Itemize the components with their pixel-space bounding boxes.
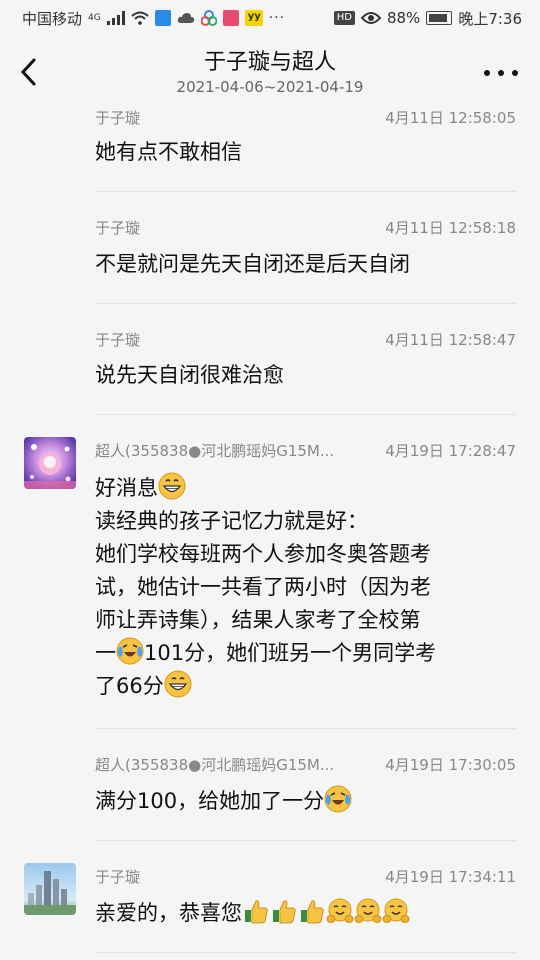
message-text: 说先天自闭很难治愈 bbox=[95, 363, 284, 387]
sender-name: 于子璇 bbox=[95, 218, 141, 237]
message-text: 亲爱的，恭喜您 bbox=[95, 897, 516, 930]
line-text: 好消息 bbox=[95, 476, 158, 500]
message-line: 她们学校每班两个人参加冬奥答题考 bbox=[95, 542, 431, 566]
message-line: 一 101分，她们班另一个男同学考 bbox=[95, 637, 516, 670]
message-line: 了66分 bbox=[95, 670, 516, 703]
thumbs-up-emoji bbox=[301, 900, 324, 924]
thumbs-up-emoji bbox=[273, 900, 296, 924]
cloud-icon bbox=[177, 13, 194, 23]
avatar[interactable] bbox=[24, 863, 76, 915]
app-icon: yy bbox=[244, 10, 263, 26]
avatar-image bbox=[24, 437, 76, 489]
message-time: 4月11日 12:58:47 bbox=[385, 330, 516, 349]
page-title: 于子璇与超人 bbox=[203, 50, 336, 75]
divider bbox=[95, 414, 516, 415]
battery-icon bbox=[426, 11, 453, 25]
avatar[interactable] bbox=[24, 437, 76, 489]
more-notifications-icon: ··· bbox=[268, 10, 286, 26]
app-icon bbox=[200, 10, 217, 26]
more-dot-icon bbox=[512, 70, 518, 76]
message-text: 她有点不敢相信 bbox=[95, 140, 242, 164]
message-time: 4月11日 12:58:05 bbox=[385, 108, 516, 127]
message-line: 读经典的孩子记忆力就是好： bbox=[95, 509, 368, 533]
laugh-cry-emoji bbox=[324, 785, 352, 813]
message-meta: 于子璇 4月11日 12:58:18 bbox=[95, 215, 516, 239]
message-text: 不是就问是先天自闭还是后天自闭 bbox=[95, 252, 410, 276]
divider bbox=[95, 303, 516, 304]
sender-name: 超人(355838●河北鹏瑶妈G15M... bbox=[95, 755, 335, 774]
wifi-icon bbox=[131, 11, 149, 25]
network-type-label: 4G bbox=[88, 13, 101, 23]
status-time: 晚上7:36 bbox=[458, 9, 522, 28]
hug-emoji bbox=[354, 898, 382, 923]
message-time: 4月11日 12:58:18 bbox=[385, 218, 516, 237]
message-meta: 超人(355838●河北鹏瑶妈G15M... 4月19日 17:28:47 bbox=[95, 438, 516, 462]
sender-name: 超人(355838●河北鹏瑶妈G15M... bbox=[95, 441, 335, 460]
divider bbox=[95, 952, 516, 953]
message-line: 好消息 bbox=[95, 472, 516, 505]
hug-emoji bbox=[382, 898, 410, 923]
date-range: 2021-04-06~2021-04-19 bbox=[176, 78, 364, 96]
eye-icon bbox=[360, 12, 381, 24]
line-text: 一 bbox=[95, 641, 116, 665]
message-text: 满分100，给她加了一分 bbox=[95, 785, 516, 818]
line-text: 101分，她们班另一个男同学考 bbox=[144, 641, 437, 665]
more-options-button[interactable] bbox=[484, 66, 518, 80]
message-meta: 超人(355838●河北鹏瑶妈G15M... 4月19日 17:30:05 bbox=[95, 752, 516, 776]
thumbs-up-emoji bbox=[245, 900, 268, 924]
laugh-cry-emoji bbox=[116, 637, 144, 665]
app-icon bbox=[154, 10, 171, 26]
divider bbox=[95, 728, 516, 729]
sender-name: 于子璇 bbox=[95, 330, 141, 349]
chat-history-header: 于子璇与超人 2021-04-06~2021-04-19 bbox=[0, 36, 540, 106]
message-time: 4月19日 17:28:47 bbox=[385, 441, 516, 460]
line-text: 亲爱的，恭喜您 bbox=[95, 901, 242, 925]
carrier-label: 中国移动 bbox=[22, 9, 83, 28]
grin-emoji bbox=[158, 472, 186, 500]
message-time: 4月19日 17:34:11 bbox=[385, 867, 516, 886]
message-time: 4月19日 17:30:05 bbox=[385, 755, 516, 774]
signal-icon bbox=[106, 11, 125, 25]
message-meta: 于子璇 4月11日 12:58:05 bbox=[95, 105, 516, 129]
divider bbox=[95, 191, 516, 192]
status-bar: 中国移动 4G yy ··· HD 88% 晚上7:36 bbox=[0, 0, 540, 36]
message-line: 试，她估计一共看了两小时（因为老 bbox=[95, 575, 431, 599]
app-icon bbox=[222, 10, 239, 26]
avatar-image bbox=[24, 863, 76, 915]
message-text: 好消息 读经典的孩子记忆力就是好： 她们学校每班两个人参加冬奥答题考 试，她估计… bbox=[95, 472, 516, 703]
line-text: 了66分 bbox=[95, 674, 164, 698]
more-dot-icon bbox=[484, 70, 490, 76]
hug-emoji bbox=[326, 898, 354, 923]
more-dot-icon bbox=[498, 70, 504, 76]
message-meta: 于子璇 4月11日 12:58:47 bbox=[95, 327, 516, 351]
sender-name: 于子璇 bbox=[95, 867, 141, 886]
message-line: 师让弄诗集），结果人家考了全校第 bbox=[95, 608, 421, 632]
hd-badge: HD bbox=[333, 11, 355, 25]
grin-emoji bbox=[164, 670, 192, 698]
battery-percent: 88% bbox=[386, 9, 421, 27]
line-text: 满分100，给她加了一分 bbox=[95, 789, 325, 813]
message-meta: 于子璇 4月19日 17:34:11 bbox=[95, 864, 516, 888]
sender-name: 于子璇 bbox=[95, 108, 141, 127]
divider bbox=[95, 840, 516, 841]
